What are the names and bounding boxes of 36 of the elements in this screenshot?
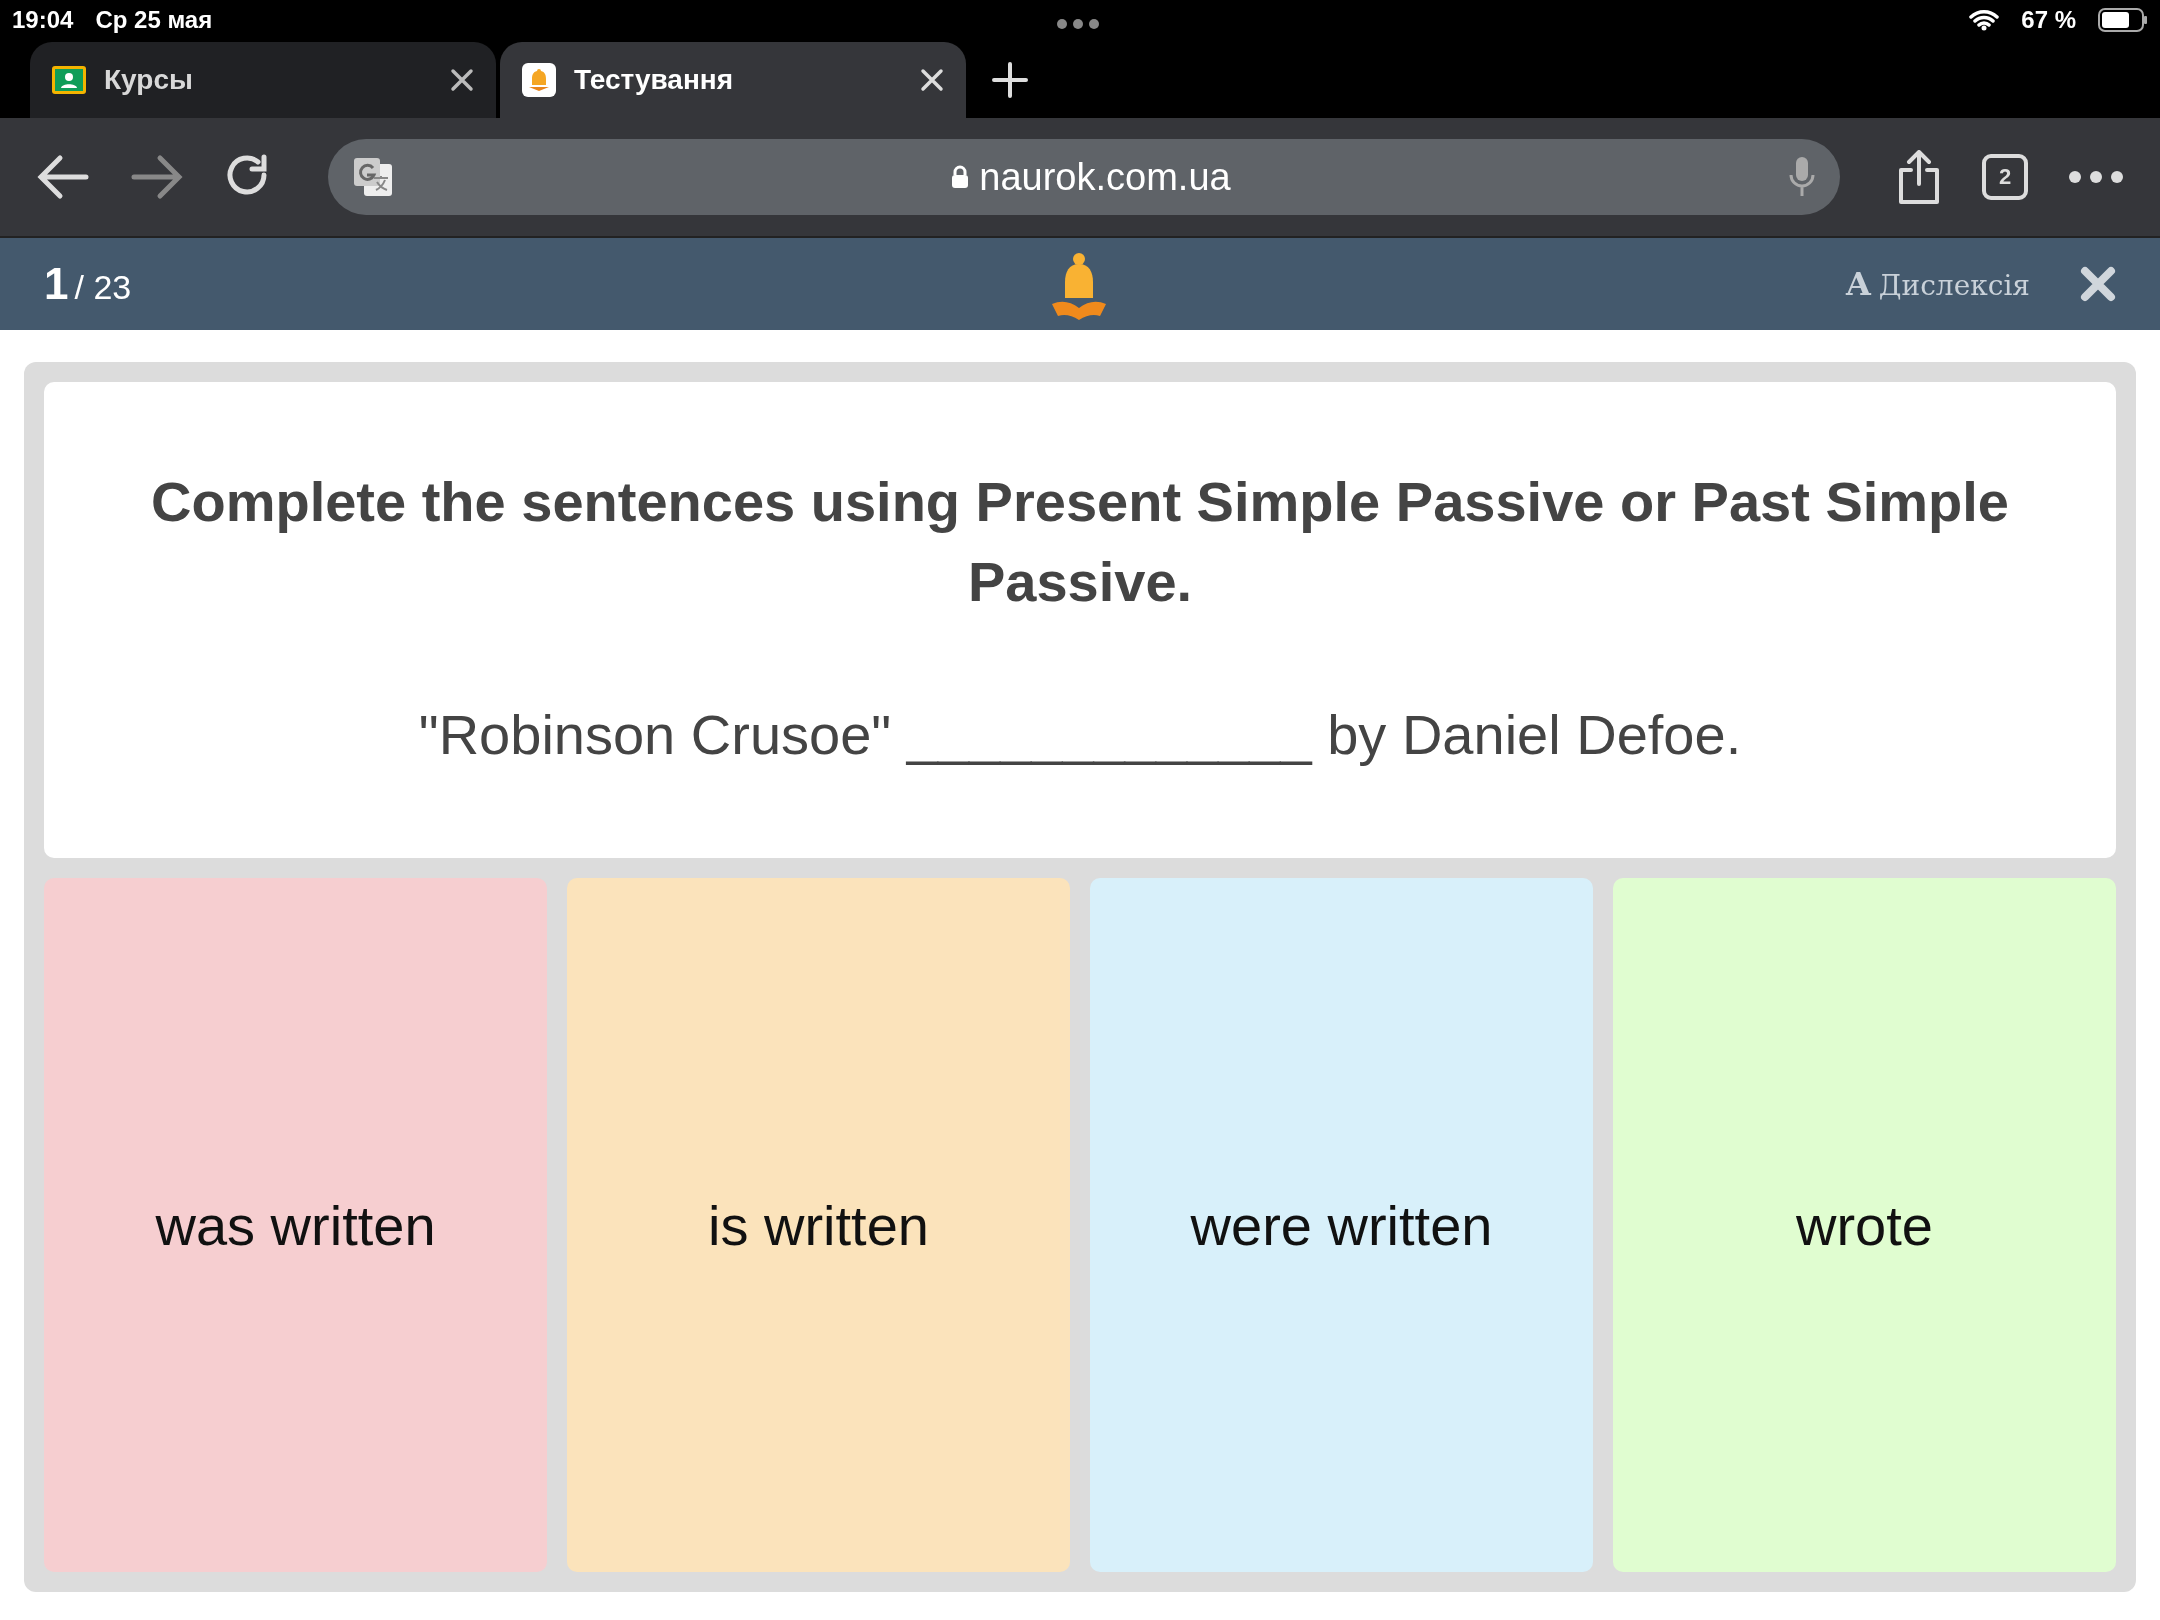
url-text: naurok.com.ua: [979, 155, 1231, 199]
status-date: Ср 25 мая: [95, 6, 213, 34]
back-button[interactable]: [36, 154, 90, 200]
close-button[interactable]: [2080, 266, 2116, 302]
share-button[interactable]: [1896, 150, 1942, 204]
bell-icon: [522, 63, 556, 97]
tab-title: Курсы: [104, 64, 194, 96]
more-icon[interactable]: [1056, 18, 1100, 30]
close-icon[interactable]: [920, 68, 944, 92]
close-icon[interactable]: [450, 68, 474, 92]
answer-option[interactable]: were written: [1090, 878, 1593, 1572]
classroom-icon: [52, 66, 86, 94]
status-time: 19:04: [12, 6, 74, 34]
tab-title: Тестування: [574, 64, 735, 96]
browser-tab[interactable]: Тестування: [500, 42, 966, 118]
plus-icon: [992, 62, 1028, 98]
answer-option[interactable]: wrote: [1613, 878, 2116, 1572]
menu-button[interactable]: [2068, 170, 2124, 184]
dyslexia-button[interactable]: A Дислексія: [1845, 265, 2030, 303]
translate-icon[interactable]: [352, 156, 394, 198]
forward-button[interactable]: [130, 154, 184, 200]
browser-tab[interactable]: Курсы: [30, 42, 496, 118]
bell-logo-icon: [1050, 252, 1108, 322]
question-sentence: "Robinson Crusoe" _____________ by Daniel Defoe.: [418, 702, 1742, 767]
question-total: / 23: [74, 268, 132, 307]
tab-count-button[interactable]: 2: [1982, 154, 2028, 200]
answer-option[interactable]: was written: [44, 878, 547, 1572]
battery-percent: 67 %: [2021, 6, 2076, 34]
question-instruction: Complete the sentences using Present Simple Passive or Past Simple Passive.: [150, 469, 2010, 615]
address-bar[interactable]: naurok.com.ua: [328, 139, 1840, 215]
lock-icon: [951, 165, 970, 189]
microphone-icon[interactable]: [1788, 155, 1816, 199]
wifi-icon: [1969, 9, 2000, 31]
answer-option[interactable]: is written: [567, 878, 1070, 1572]
battery-icon: [2098, 8, 2148, 32]
question-number: 1: [44, 259, 69, 309]
